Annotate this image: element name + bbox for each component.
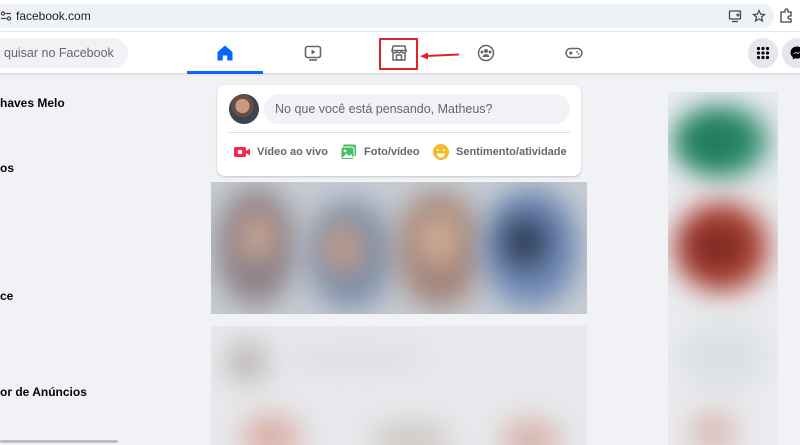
stories-blurred: [211, 182, 587, 314]
browser-url-bar: facebook.com: [0, 0, 800, 32]
search-input[interactable]: quisar no Facebook: [0, 38, 128, 68]
photo-video-button[interactable]: Foto/vídeo: [340, 143, 420, 161]
feeling-activity-label: Sentimento/atividade: [456, 146, 567, 158]
gaming-icon: [565, 47, 583, 59]
feeling-icon: [433, 144, 449, 160]
post-composer: No que você está pensando, Matheus? Víde…: [217, 85, 581, 176]
messenger-icon: [790, 46, 800, 60]
site-info-icon[interactable]: [0, 10, 12, 22]
search-placeholder: quisar no Facebook: [4, 46, 114, 60]
star-icon[interactable]: [752, 9, 766, 23]
groups-icon: [477, 44, 495, 62]
extensions-icon[interactable]: [778, 8, 794, 24]
live-video-button[interactable]: Vídeo ao vivo: [233, 143, 328, 161]
live-video-icon: [234, 147, 250, 157]
sidebar-item-2[interactable]: os: [0, 161, 14, 175]
live-video-label: Vídeo ao vivo: [257, 146, 328, 158]
home-icon: [217, 45, 233, 61]
marketplace-highlight-box: [379, 38, 418, 70]
feeling-activity-button[interactable]: Sentimento/atividade: [432, 143, 567, 161]
menu-grid-icon: [756, 46, 770, 60]
photo-icon: [340, 144, 356, 160]
sidebar-item-profile[interactable]: haves Melo: [0, 96, 65, 110]
right-column-blurred: [668, 92, 778, 445]
install-app-icon[interactable]: [728, 9, 742, 23]
composer-placeholder: No que você está pensando, Matheus?: [275, 102, 493, 116]
address-bar[interactable]: facebook.com: [0, 4, 774, 28]
photo-video-label: Foto/vídeo: [364, 146, 420, 158]
menu-button[interactable]: [748, 38, 778, 68]
sidebar-item-ads-manager[interactable]: or de Anúncios: [0, 385, 87, 399]
video-icon: [304, 45, 322, 61]
tab-home[interactable]: [187, 32, 263, 74]
composer-divider: [229, 132, 570, 133]
annotation-arrow: [420, 52, 460, 60]
sidebar-scrollbar[interactable]: [0, 440, 118, 443]
sidebar-item-marketplace[interactable]: ce: [0, 289, 13, 303]
feed-post-blurred: [211, 326, 587, 445]
tab-gaming[interactable]: [536, 32, 612, 74]
composer-input[interactable]: No que você está pensando, Matheus?: [264, 94, 570, 124]
tab-video[interactable]: [275, 32, 351, 74]
avatar[interactable]: [229, 94, 259, 124]
url-text[interactable]: facebook.com: [16, 9, 91, 23]
